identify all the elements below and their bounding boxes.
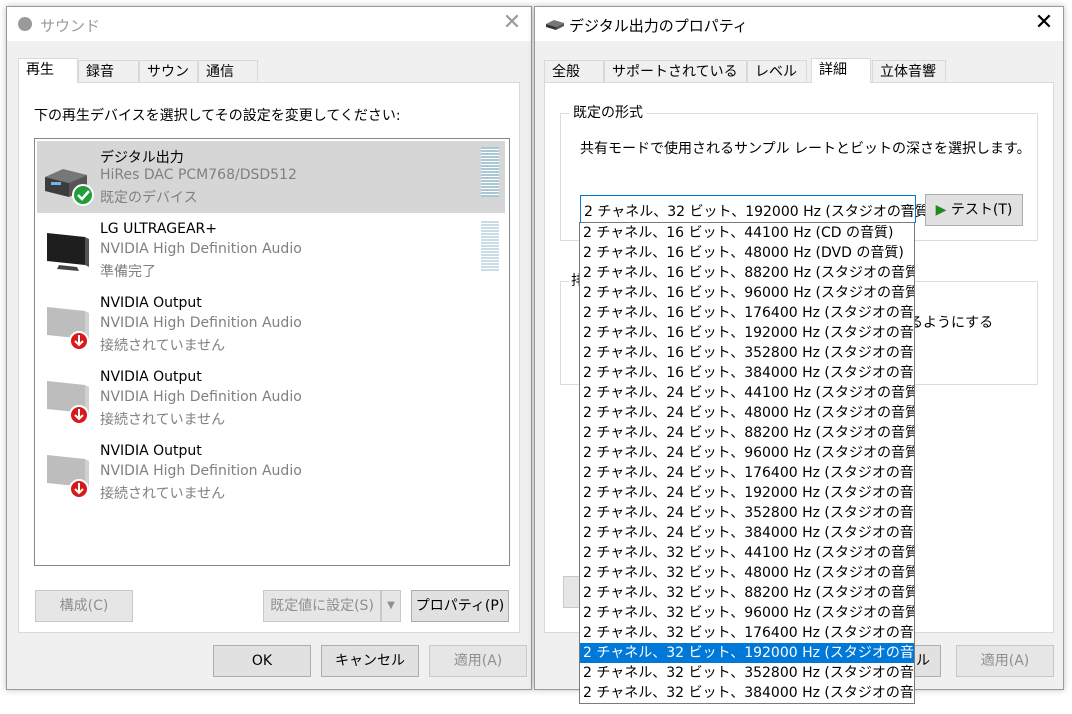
format-option[interactable]: 2 チャネル、16 ビット、384000 Hz (スタジオの音質) — [580, 363, 914, 383]
format-option[interactable]: 2 チャネル、16 ビット、352800 Hz (スタジオの音質) — [580, 343, 914, 363]
format-option[interactable]: 2 チャネル、32 ビット、384000 Hz (スタジオの音質) — [580, 683, 914, 703]
test-button-label: テスト(T) — [950, 202, 1013, 218]
device-status: 接続されていません — [100, 486, 226, 502]
device-name: NVIDIA Output — [100, 369, 202, 385]
device-description: NVIDIA High Definition Audio — [100, 389, 302, 405]
chevron-down-icon: ⌵ — [900, 198, 911, 214]
exclusive-option-text-partial: るようにする — [909, 315, 994, 331]
format-option[interactable]: 2 チャネル、24 ビット、88200 Hz (スタジオの音質) — [580, 423, 914, 443]
format-option[interactable]: 2 チャネル、16 ビット、88200 Hz (スタジオの音質) — [580, 263, 914, 283]
properties-window-title: デジタル出力のプロパティ — [569, 17, 748, 35]
sound-tabs: 再生 録音 サウンド 通信 — [18, 58, 518, 102]
format-dropdown-list[interactable]: 2 チャネル、16 ビット、44100 Hz (CD の音質) 2 チャネル、16… — [579, 222, 915, 704]
tab-spatial-sound[interactable]: 立体音響 — [872, 60, 946, 82]
dac-device-icon — [45, 169, 94, 206]
format-option[interactable]: 2 チャネル、16 ビット、192000 Hz (スタジオの音質) — [580, 323, 914, 343]
apply-button[interactable]: 適用(A) — [429, 645, 527, 677]
format-option[interactable]: 2 チャネル、32 ビット、176400 Hz (スタジオの音質) — [580, 623, 914, 643]
sound-close-icon[interactable]: ✕ — [495, 9, 529, 39]
device-item[interactable]: NVIDIA Output NVIDIA High Definition Aud… — [37, 437, 505, 509]
set-default-button[interactable]: 既定値に設定(S) — [263, 590, 381, 622]
tab-communications[interactable]: 通信 — [198, 60, 258, 82]
tab-sounds[interactable]: サウンド — [139, 60, 198, 102]
disconnected-monitor-icon — [47, 455, 89, 499]
tab-recording[interactable]: 録音 — [78, 60, 139, 82]
format-option[interactable]: 2 チャネル、24 ビット、96000 Hz (スタジオの音質) — [580, 443, 914, 463]
sound-window-title: サウンド — [40, 17, 101, 35]
tab-general[interactable]: 全般 — [544, 60, 604, 82]
format-option[interactable]: 2 チャネル、24 ビット、176400 Hz (スタジオの音質) — [580, 463, 914, 483]
properties-apply-button[interactable]: 適用(A) — [956, 645, 1054, 677]
volume-meter — [481, 147, 499, 197]
format-option[interactable]: 2 チャネル、32 ビット、96000 Hz (スタジオの音質) — [580, 603, 914, 623]
device-name: NVIDIA Output — [100, 295, 202, 311]
format-select[interactable]: 2 チャネル、32 ビット、192000 Hz (スタジオの音質) ⌵ — [580, 195, 934, 223]
properties-tabs: 全般 サポートされている形式 レベル 詳細 立体音響 — [544, 58, 1054, 102]
device-item[interactable]: NVIDIA Output NVIDIA High Definition Aud… — [37, 289, 505, 361]
sound-tab-panel: 下の再生デバイスを選択してその設定を変更してください: デジタル出力 HiRes… — [18, 82, 520, 633]
format-select-value: 2 チャネル、32 ビット、192000 Hz (スタジオの音質) — [584, 204, 935, 220]
tab-advanced[interactable]: 詳細 — [811, 58, 871, 83]
device-status: 接続されていません — [100, 338, 226, 354]
disconnected-monitor-icon — [47, 307, 89, 351]
device-list[interactable]: デジタル出力 HiRes DAC PCM768/DSD512 既定のデバイス L… — [34, 138, 510, 566]
tab-playback[interactable]: 再生 — [18, 58, 78, 83]
device-name: LG ULTRAGEAR+ — [100, 221, 217, 237]
device-description: NVIDIA High Definition Audio — [100, 463, 302, 479]
device-item[interactable]: LG ULTRAGEAR+ NVIDIA High Definition Aud… — [37, 215, 505, 287]
format-option[interactable]: 2 チャネル、32 ビット、192000 Hz (スタジオの音質) — [580, 643, 914, 663]
format-option[interactable]: 2 チャネル、32 ビット、48000 Hz (スタジオの音質) — [580, 563, 914, 583]
device-description: NVIDIA High Definition Audio — [100, 241, 302, 257]
cancel-button[interactable]: キャンセル — [321, 645, 419, 677]
format-option[interactable]: 2 チャネル、24 ビット、352800 Hz (スタジオの音質) — [580, 503, 914, 523]
device-description: NVIDIA High Definition Audio — [100, 315, 302, 331]
tab-levels[interactable]: レベル — [747, 60, 807, 82]
properties-titlebar: デジタル出力のプロパティ ✕ — [535, 7, 1063, 41]
format-option[interactable]: 2 チャネル、32 ビット、352800 Hz (スタジオの音質) — [580, 663, 914, 683]
configure-button[interactable]: 構成(C) — [35, 590, 133, 622]
device-status: 準備完了 — [100, 264, 156, 280]
speaker-device-icon — [546, 20, 564, 30]
format-option[interactable]: 2 チャネル、24 ビット、384000 Hz (スタジオの音質) — [580, 523, 914, 543]
instruction-text: 下の再生デバイスを選択してその設定を変更してください: — [34, 108, 401, 124]
format-option[interactable]: 2 チャネル、32 ビット、44100 Hz (スタジオの音質) — [580, 543, 914, 563]
format-option[interactable]: 2 チャネル、32 ビット、88200 Hz (スタジオの音質) — [580, 583, 914, 603]
sound-titlebar: サウンド ✕ — [7, 7, 531, 41]
device-item[interactable]: デジタル出力 HiRes DAC PCM768/DSD512 既定のデバイス — [37, 141, 505, 213]
device-description: HiRes DAC PCM768/DSD512 — [100, 167, 297, 183]
sound-window: サウンド ✕ 再生 録音 サウンド 通信 下の再生デバイスを選択してその設定を変… — [6, 6, 532, 690]
device-name: NVIDIA Output — [100, 443, 202, 459]
speaker-app-icon — [18, 17, 32, 31]
format-option[interactable]: 2 チャネル、24 ビット、48000 Hz (スタジオの音質) — [580, 403, 914, 423]
format-option[interactable]: 2 チャネル、16 ビット、176400 Hz (スタジオの音質) — [580, 303, 914, 323]
play-icon: ▶ — [935, 202, 947, 218]
device-item[interactable]: NVIDIA Output NVIDIA High Definition Aud… — [37, 363, 505, 435]
tab-supported-formats[interactable]: サポートされている形式 — [604, 60, 747, 102]
test-button[interactable]: ▶ テスト(T) — [925, 194, 1023, 226]
volume-meter — [481, 221, 499, 271]
group-title: 既定の形式 — [569, 102, 647, 122]
group-description: 共有モードで使用されるサンプル レートとビットの深さを選択します。 — [580, 141, 1031, 157]
format-option[interactable]: 2 チャネル、16 ビット、48000 Hz (DVD の音質) — [580, 243, 914, 263]
properties-button[interactable]: プロパティ(P) — [411, 590, 509, 622]
format-option[interactable]: 2 チャネル、24 ビット、192000 Hz (スタジオの音質) — [580, 483, 914, 503]
disconnected-monitor-icon — [47, 381, 89, 425]
format-option[interactable]: 2 チャネル、24 ビット、44100 Hz (スタジオの音質) — [580, 383, 914, 403]
set-default-dropdown-arrow[interactable]: ▼ — [381, 590, 401, 622]
device-status: 接続されていません — [100, 412, 226, 428]
format-option[interactable]: 2 チャネル、16 ビット、96000 Hz (スタジオの音質) — [580, 283, 914, 303]
monitor-icon — [47, 233, 89, 271]
device-name: デジタル出力 — [100, 150, 184, 166]
properties-close-icon[interactable]: ✕ — [1027, 9, 1061, 39]
format-option[interactable]: 2 チャネル、16 ビット、44100 Hz (CD の音質) — [580, 223, 914, 243]
device-status: 既定のデバイス — [100, 190, 198, 206]
ok-button[interactable]: OK — [213, 645, 311, 677]
